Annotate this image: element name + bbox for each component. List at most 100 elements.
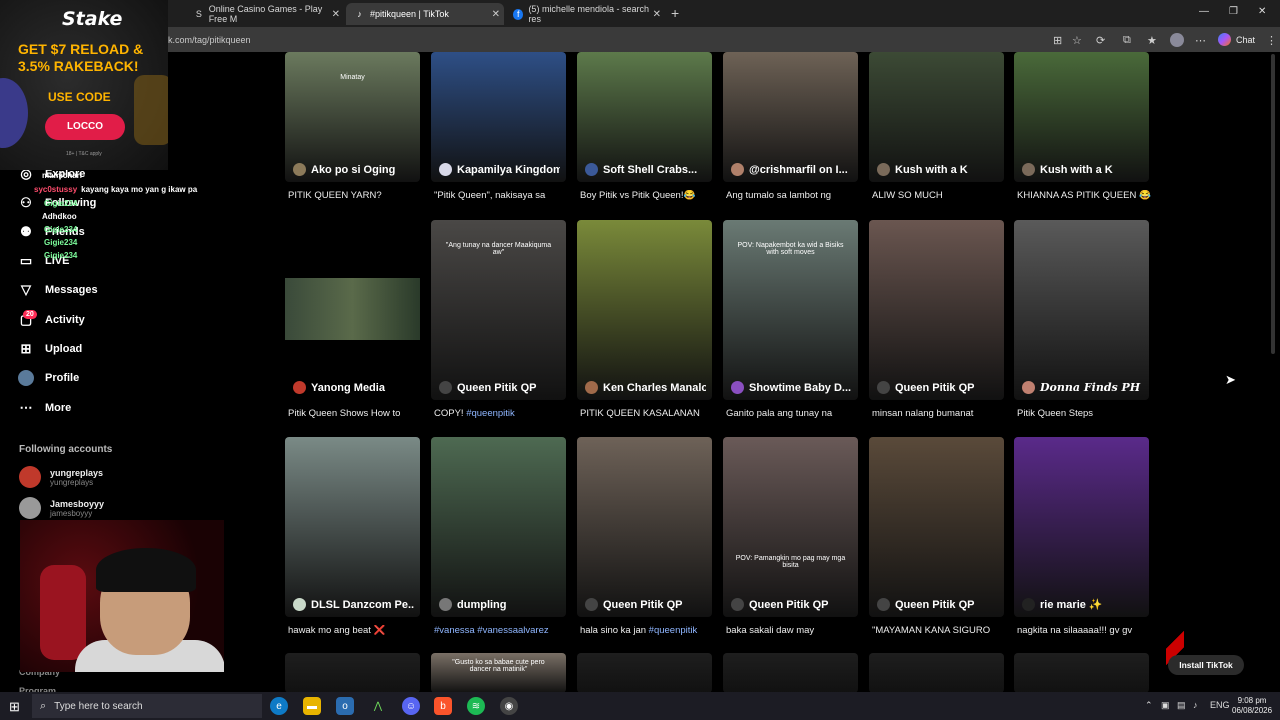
- video-card[interactable]: @crishmarfil on I...: [723, 52, 858, 182]
- video-author[interactable]: Ken Charles Manalo: [585, 381, 706, 394]
- extensions-icon[interactable]: ⧉: [1123, 34, 1131, 47]
- video-card[interactable]: Kush with a K: [1014, 52, 1149, 182]
- video-card[interactable]: "Ang tunay na dancer Maakiquma aw" Queen …: [431, 220, 566, 400]
- favorites-icon[interactable]: ★: [1147, 34, 1157, 47]
- video-author[interactable]: Kapamilya Kingdom: [439, 163, 560, 176]
- file-explorer-icon[interactable]: ▬: [303, 697, 321, 715]
- video-card[interactable]: [723, 653, 858, 693]
- video-card[interactable]: Queen Pitik QP: [577, 437, 712, 617]
- video-author[interactable]: @crishmarfil on I...: [731, 163, 852, 176]
- tab-facebook[interactable]: f (5) michelle mendiola - search res ✕: [505, 3, 665, 25]
- video-author[interactable]: DLSL Danzcom Pe...: [293, 598, 414, 611]
- brave-icon[interactable]: b: [434, 697, 452, 715]
- app-available-icon[interactable]: ⊞: [1053, 34, 1062, 47]
- sidebar-toggle-icon[interactable]: ⋮: [1266, 34, 1277, 47]
- video-card[interactable]: DLSL Danzcom Pe...: [285, 437, 420, 617]
- video-card[interactable]: Donna Finds PH: [1014, 220, 1149, 400]
- video-caption[interactable]: nagkita na silaaaaa!!! gv gv: [1017, 625, 1157, 636]
- nav-profile[interactable]: Profile: [18, 370, 79, 386]
- video-author[interactable]: Kush with a K: [877, 163, 998, 176]
- video-author[interactable]: Soft Shell Crabs...: [585, 163, 706, 176]
- video-card[interactable]: rie marie ✨: [1014, 437, 1149, 617]
- video-card[interactable]: [1014, 653, 1149, 693]
- video-author[interactable]: Queen Pitik QP: [877, 381, 998, 394]
- tab-casino[interactable]: S Online Casino Games - Play Free M ✕: [186, 3, 344, 25]
- close-tab-icon[interactable]: ✕: [332, 9, 340, 20]
- video-caption[interactable]: baka sakali daw may: [726, 625, 866, 636]
- edge-icon[interactable]: e: [270, 697, 288, 715]
- copilot-chat-button[interactable]: Chat: [1218, 33, 1255, 46]
- taskbar-search[interactable]: ⌕ Type here to search: [32, 694, 262, 718]
- page-scrollbar[interactable]: [1271, 54, 1275, 354]
- video-author[interactable]: Queen Pitik QP: [439, 381, 560, 394]
- language-indicator[interactable]: ENG: [1210, 700, 1230, 710]
- video-caption[interactable]: #vanessa #vanessaalvarez: [434, 625, 574, 636]
- video-card[interactable]: [285, 653, 420, 693]
- volume-icon[interactable]: ♪: [1193, 700, 1198, 710]
- video-author[interactable]: Ako po si Oging: [293, 163, 414, 176]
- video-card[interactable]: Ken Charles Manalo: [577, 220, 712, 400]
- video-caption[interactable]: Ganito pala ang tunay na: [726, 408, 866, 419]
- video-caption[interactable]: ALIW SO MUCH: [872, 190, 1012, 201]
- windows-start-icon[interactable]: ⊞: [9, 699, 20, 715]
- video-author[interactable]: Kush with a K: [1022, 163, 1143, 176]
- video-card[interactable]: "Gusto ko sa babae cute pero dancer na m…: [431, 653, 566, 693]
- video-caption[interactable]: hala sino ka jan #queenpitik: [580, 625, 720, 636]
- nav-messages[interactable]: ▽ Messages: [18, 282, 98, 298]
- video-card[interactable]: Kush with a K: [869, 52, 1004, 182]
- video-card[interactable]: [869, 653, 1004, 693]
- video-caption[interactable]: "MAYAMAN KANA SIGURO: [872, 625, 1012, 636]
- hashtag-link[interactable]: #queenpitik: [466, 408, 515, 419]
- video-card[interactable]: Kapamilya Kingdom: [431, 52, 566, 182]
- restore-icon[interactable]: ❐: [1229, 6, 1238, 17]
- close-tab-icon[interactable]: ✕: [653, 9, 661, 20]
- video-caption[interactable]: "Pitik Queen", nakisaya sa: [434, 190, 574, 201]
- video-author[interactable]: dumpling: [439, 598, 560, 611]
- video-card[interactable]: dumpling: [431, 437, 566, 617]
- tray-app-icon[interactable]: ▣: [1161, 700, 1170, 711]
- tab-tiktok[interactable]: ♪ #pitikqueen | TikTok ✕: [346, 3, 504, 25]
- favorite-star-icon[interactable]: ☆: [1072, 34, 1082, 47]
- video-caption[interactable]: COPY! #queenpitik: [434, 408, 574, 419]
- hashtag-link[interactable]: #queenpitik: [649, 625, 698, 636]
- ad-code-button[interactable]: LOCCO: [45, 114, 125, 140]
- video-caption[interactable]: Boy Pitik vs Pitik Queen!😂: [580, 190, 720, 201]
- kick-icon[interactable]: ⋀: [369, 697, 387, 715]
- install-tiktok-button[interactable]: Install TikTok: [1168, 655, 1244, 675]
- video-author[interactable]: Queen Pitik QP: [585, 598, 706, 611]
- video-card[interactable]: Minatay Ako po si Oging: [285, 52, 420, 182]
- video-caption[interactable]: Pitik Queen Shows How to: [288, 408, 428, 419]
- tray-expand-icon[interactable]: ⌃: [1145, 700, 1153, 711]
- network-icon[interactable]: ▤: [1177, 700, 1186, 711]
- video-card[interactable]: Queen Pitik QP: [869, 437, 1004, 617]
- video-card[interactable]: POV: Napakembot ka wid a Bisiks with sof…: [723, 220, 858, 400]
- close-window-icon[interactable]: ✕: [1258, 6, 1266, 17]
- video-caption[interactable]: Ang tumalo sa lambot ng: [726, 190, 866, 201]
- nav-upload[interactable]: ⊞ Upload: [18, 341, 83, 357]
- following-account-yungreplays[interactable]: yungreplays yungreplays: [19, 466, 103, 488]
- spotify-icon[interactable]: ≋: [467, 697, 485, 715]
- video-card[interactable]: Queen Pitik QP: [869, 220, 1004, 400]
- outlook-icon[interactable]: o: [336, 697, 354, 715]
- video-author[interactable]: Queen Pitik QP: [877, 598, 998, 611]
- video-caption[interactable]: PITIK QUEEN KASALANAN: [580, 408, 720, 419]
- following-account-jamesboyyy[interactable]: Jamesboyyy jamesboyyy: [19, 497, 104, 519]
- video-author[interactable]: Donna Finds PH: [1022, 381, 1143, 394]
- discord-icon[interactable]: ☺: [402, 697, 420, 715]
- video-author[interactable]: Yanong Media: [293, 381, 414, 394]
- obs-icon[interactable]: ◉: [500, 697, 518, 715]
- url-field[interactable]: k.com/tag/pitikqueen: [168, 35, 251, 45]
- video-author[interactable]: Queen Pitik QP: [731, 598, 852, 611]
- video-caption[interactable]: hawak mo ang beat ❌: [288, 625, 428, 636]
- profile-avatar[interactable]: [1170, 33, 1184, 47]
- more-menu-icon[interactable]: ⋯: [1195, 34, 1206, 47]
- video-card[interactable]: [577, 653, 712, 693]
- video-author[interactable]: rie marie ✨: [1022, 598, 1143, 611]
- nav-more[interactable]: ⋯ More: [18, 400, 72, 416]
- video-caption[interactable]: KHIANNA AS PITIK QUEEN 😂: [1017, 190, 1157, 201]
- video-caption[interactable]: Pitik Queen Steps: [1017, 408, 1157, 419]
- video-card[interactable]: POV: Pamangkin mo pag may mga bisita Quee…: [723, 437, 858, 617]
- minimize-icon[interactable]: —: [1199, 6, 1209, 17]
- new-tab-icon[interactable]: +: [671, 5, 679, 21]
- video-author[interactable]: Showtime Baby D...: [731, 381, 852, 394]
